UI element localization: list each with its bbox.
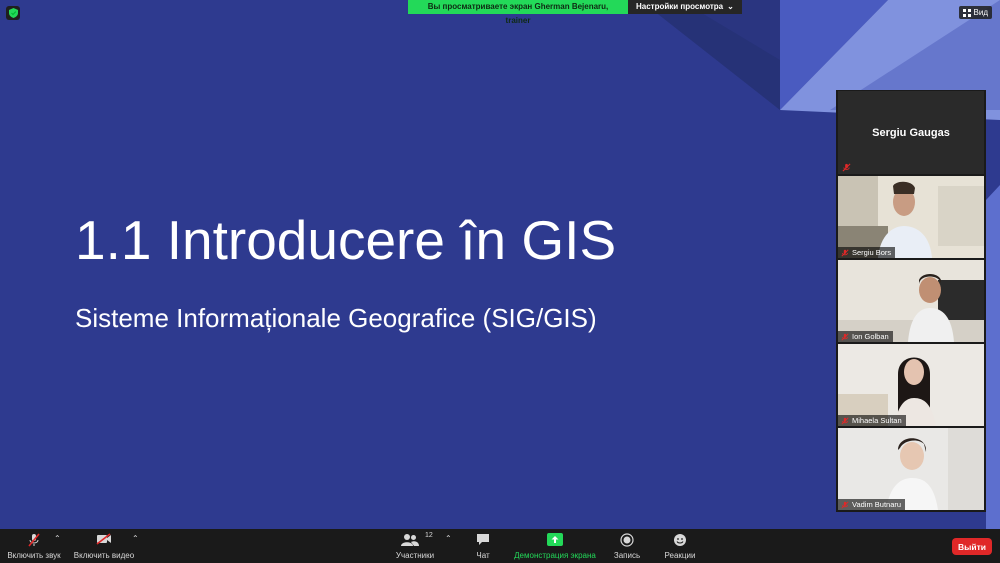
participant-tile[interactable]: Ion Golban [838, 260, 984, 342]
view-options-button[interactable]: Настройки просмотра ⌄ [628, 0, 742, 14]
record-button[interactable]: Запись [610, 529, 644, 563]
slide-subtitle: Sisteme Informaționale Geografice (SIG/G… [75, 303, 597, 333]
muted-mic-icon [28, 533, 40, 547]
grid-view-icon [962, 8, 971, 17]
audio-options-chevron-icon[interactable]: ⌃ [54, 534, 61, 543]
participant-tile[interactable]: Sergiu Bors [838, 176, 984, 258]
muted-mic-icon [841, 500, 849, 509]
start-video-label: Включить видео [73, 551, 135, 560]
participants-icon [401, 534, 419, 546]
muted-mic-icon [841, 332, 849, 341]
video-options-chevron-icon[interactable]: ⌃ [132, 534, 139, 543]
participant-label: Sergiu Bors [838, 247, 896, 258]
share-screen-icon [547, 533, 563, 546]
participant-video [838, 428, 984, 510]
encryption-shield-icon[interactable] [6, 6, 20, 20]
muted-mic-icon [841, 248, 849, 257]
view-button-label: Вид [973, 8, 988, 17]
participant-label: Ion Golban [838, 331, 893, 342]
participants-count: 12 [425, 532, 433, 539]
participant-video [838, 260, 984, 342]
participant-label: Mihaela Sultan [838, 415, 906, 426]
active-speaker-tile[interactable]: Sergiu Gaugas [838, 91, 984, 174]
screen-share-banner: Вы просматриваете экран Gherman Bejenaru… [408, 0, 742, 25]
chat-label: Чат [476, 551, 490, 560]
chat-icon [477, 534, 489, 545]
participant-name: Ion Golban [852, 332, 889, 341]
participant-label: Vadim Butnaru [838, 499, 906, 510]
participants-button[interactable]: 12 Участники [392, 529, 438, 563]
muted-mic-icon [842, 163, 851, 172]
video-gallery: Sergiu Gaugas Sergiu Bors Ion Golban Mih… [836, 90, 986, 512]
share-screen-label: Демонстрация экрана [514, 551, 596, 560]
chevron-down-icon: ⌄ [727, 2, 734, 11]
unmute-label: Включить звук [7, 551, 61, 560]
reactions-icon [674, 534, 686, 546]
participant-video [838, 176, 984, 258]
viewing-screen-label: Вы просматриваете экран Gherman Bejenaru… [408, 0, 628, 25]
view-button[interactable]: Вид [958, 6, 992, 19]
reactions-label: Реакции [664, 551, 696, 560]
meeting-toolbar: Включить звук ⌃ Включить видео ⌃ 12 Учас… [0, 529, 1000, 563]
view-options-label: Настройки просмотра [636, 2, 724, 11]
participants-label: Участники [395, 551, 435, 560]
participants-options-chevron-icon[interactable]: ⌃ [445, 534, 452, 543]
participant-name: Vadim Butnaru [852, 500, 902, 509]
muted-mic-icon [841, 416, 849, 425]
participant-video [838, 344, 984, 426]
participant-tile[interactable]: Vadim Butnaru [838, 428, 984, 510]
reactions-button[interactable]: Реакции [660, 529, 700, 563]
shared-screen: Вы просматриваете экран Gherman Bejenaru… [0, 0, 1000, 529]
participant-name: Sergiu Bors [852, 248, 892, 257]
chat-button[interactable]: Чат [470, 529, 496, 563]
leave-meeting-button[interactable]: Выйти [952, 538, 992, 555]
record-label: Запись [613, 551, 641, 560]
start-video-button[interactable]: Включить видео [70, 529, 138, 563]
participant-name: Mihaela Sultan [852, 416, 902, 425]
record-icon [620, 533, 634, 547]
speaker-name: Sergiu Gaugas [872, 127, 950, 139]
slide-title: 1.1 Introducere în GIS [75, 209, 617, 271]
video-off-icon [96, 533, 111, 545]
share-screen-button[interactable]: Демонстрация экрана [510, 529, 600, 563]
participant-tile[interactable]: Mihaela Sultan [838, 344, 984, 426]
